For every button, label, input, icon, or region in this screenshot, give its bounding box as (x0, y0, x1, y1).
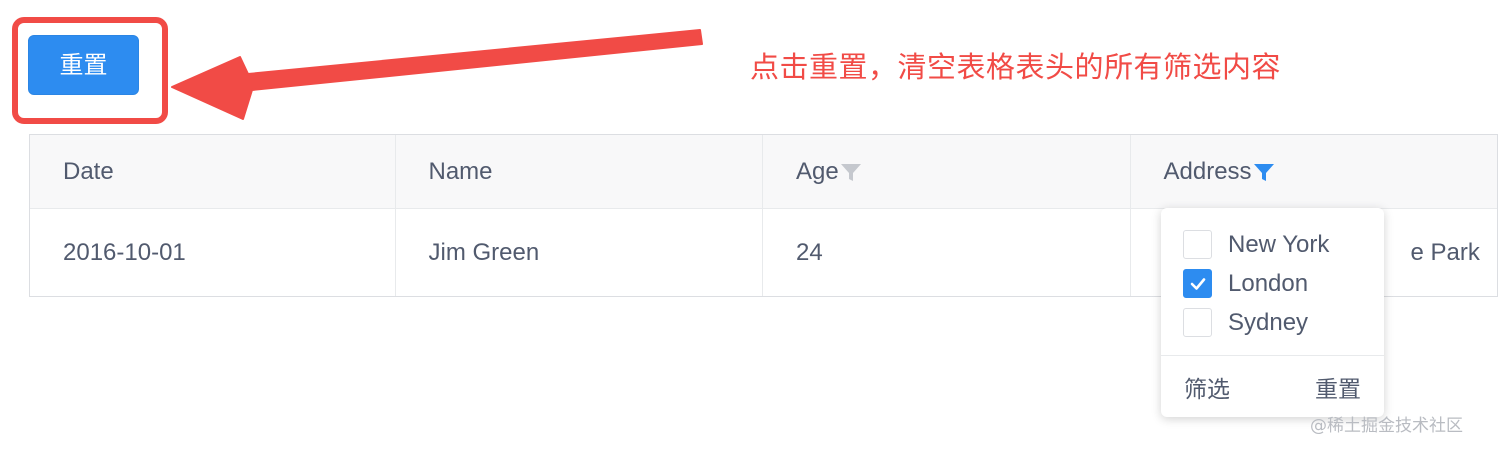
checkbox[interactable] (1183, 230, 1212, 259)
cell-name: Jim Green (396, 209, 763, 296)
filter-option-label: Sydney (1228, 308, 1309, 336)
screen: 重置 点击重置，清空表格表头的所有筛选内容 Date Name Age Addr… (0, 0, 1512, 449)
filter-confirm-button[interactable]: 筛选 (1184, 370, 1230, 404)
filter-options-list: New York London Sydney (1161, 208, 1384, 342)
annotation-text: 点击重置，清空表格表头的所有筛选内容 (750, 50, 1282, 84)
filter-reset-button[interactable]: 重置 (1315, 370, 1361, 404)
table-header: Date Name Age Address (30, 135, 1497, 209)
filter-option-label: New York (1228, 230, 1330, 258)
cell-date: 2016-10-01 (30, 209, 396, 296)
check-icon (1190, 277, 1205, 290)
filter-option-label: London (1228, 269, 1309, 297)
column-header-label: Address (1163, 157, 1252, 185)
checkbox[interactable] (1183, 308, 1212, 337)
filter-option-sydney[interactable]: Sydney (1161, 303, 1384, 342)
column-header-label: Age (796, 157, 839, 185)
column-header-label: Name (428, 157, 493, 185)
filter-option-london[interactable]: London (1161, 264, 1384, 303)
filter-dropdown-footer: 筛选 重置 (1161, 355, 1384, 417)
column-header-label: Date (63, 157, 114, 185)
filter-option-new-york[interactable]: New York (1161, 225, 1384, 264)
address-filter-dropdown: New York London Sydney 筛选 重置 (1161, 208, 1384, 417)
checkbox-checked[interactable] (1183, 269, 1212, 298)
column-header-date: Date (30, 135, 396, 208)
column-header-age: Age (763, 135, 1131, 208)
reset-all-filters-button[interactable]: 重置 (28, 35, 139, 95)
cell-age: 24 (763, 209, 1131, 296)
column-header-address: Address (1131, 135, 1498, 208)
cell-address-text: e Park (1410, 238, 1480, 266)
watermark: @稀土掘金技术社区 (1310, 416, 1463, 436)
filter-icon[interactable] (840, 161, 862, 183)
column-header-name: Name (396, 135, 763, 208)
filter-icon-active[interactable] (1253, 161, 1275, 183)
